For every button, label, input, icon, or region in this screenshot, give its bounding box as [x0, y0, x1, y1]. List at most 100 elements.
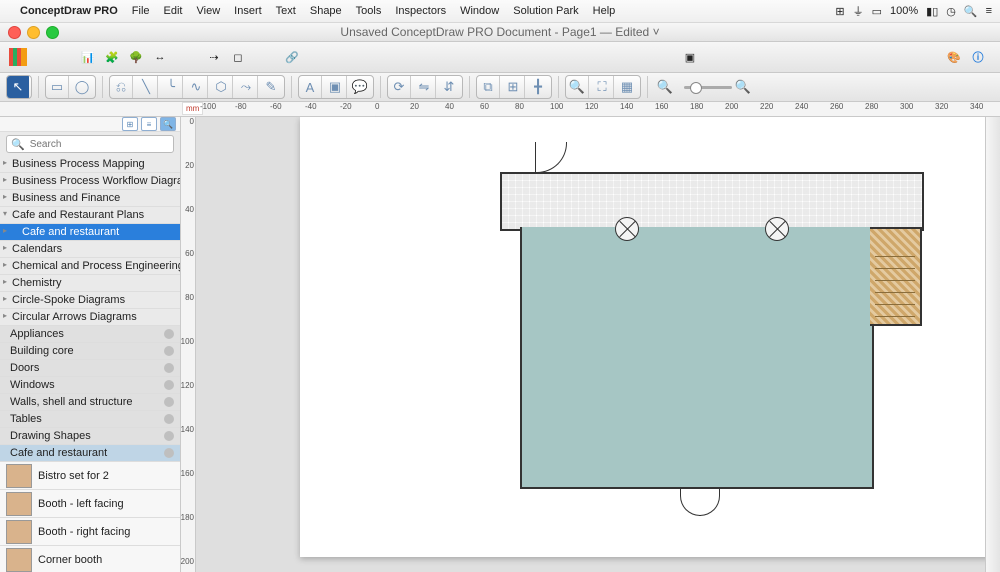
spline-tool[interactable]: ∿: [185, 76, 208, 98]
arrange-tool-icon[interactable]: ↔: [150, 47, 170, 67]
search-view-icon[interactable]: 🔍: [160, 117, 176, 131]
drawing-page[interactable]: [300, 117, 1000, 557]
sublib-item[interactable]: Windows: [0, 377, 180, 394]
category-item[interactable]: Chemical and Process Engineering: [0, 258, 180, 275]
zoomin-tool[interactable]: 🔍: [566, 76, 589, 98]
zoompage-tool[interactable]: ▦: [616, 76, 638, 98]
menu-inspectors[interactable]: Inspectors: [395, 5, 446, 17]
chart-tool-icon[interactable]: 📊: [78, 47, 98, 67]
double-door-bottom[interactable]: [680, 487, 720, 517]
menu-solutionpark[interactable]: Solution Park: [513, 5, 578, 17]
ellipse-tool[interactable]: ◯: [71, 76, 93, 98]
info-icon[interactable]: ⓘ: [968, 47, 988, 67]
shape-item[interactable]: Booth - left facing: [0, 490, 180, 518]
connector-tool[interactable]: ⎌: [110, 76, 133, 98]
wifi-icon[interactable]: ⏚: [853, 3, 864, 19]
menu-shape[interactable]: Shape: [310, 5, 342, 17]
shape-item[interactable]: Booth - right facing: [0, 518, 180, 546]
zoomin-icon[interactable]: 🔍: [732, 76, 754, 98]
minimize-button[interactable]: [27, 26, 40, 39]
door-top[interactable]: [535, 142, 566, 173]
rect-tool[interactable]: ▭: [46, 76, 69, 98]
poly-tool[interactable]: ⬡: [210, 76, 233, 98]
revolving-door-2[interactable]: [765, 217, 789, 241]
close-button[interactable]: [8, 26, 21, 39]
sublib-item[interactable]: Cafe and restaurant: [0, 445, 180, 462]
menu-view[interactable]: View: [197, 5, 221, 17]
menu-file[interactable]: File: [132, 5, 150, 17]
menu-extra-icon[interactable]: ≡: [986, 5, 992, 17]
stairs-shape[interactable]: [875, 245, 915, 317]
category-item[interactable]: Calendars: [0, 241, 180, 258]
app-name[interactable]: ConceptDraw PRO: [20, 5, 118, 17]
drawing-toolbar: ↖ ▭ ◯ ⎌ ╲ ╰ ∿ ⬡ ⤳ ✎ A ▣ 💬 ⟳ ⇋ ⇵ ⧉ ⊞ ╋ 🔍 …: [0, 73, 1000, 102]
shape-tool-icon[interactable]: ◻: [228, 47, 248, 67]
zoomout-icon[interactable]: 🔍: [654, 76, 676, 98]
vertical-scrollbar[interactable]: [985, 117, 1000, 572]
zoom-button[interactable]: [46, 26, 59, 39]
flag-icon[interactable]: ▭: [872, 5, 882, 18]
crop-tool[interactable]: ⧉: [477, 76, 500, 98]
sublib-item[interactable]: Tables: [0, 411, 180, 428]
guide-tool[interactable]: ╋: [527, 76, 549, 98]
grid-view-icon[interactable]: ⊞: [122, 117, 138, 131]
library-icon[interactable]: [8, 47, 28, 67]
zoom-slider[interactable]: [684, 86, 732, 89]
sublib-item[interactable]: Walls, shell and structure: [0, 394, 180, 411]
snap-tool[interactable]: ⊞: [502, 76, 525, 98]
battery-percent: 100%: [890, 5, 918, 17]
arc-tool[interactable]: ╰: [160, 76, 183, 98]
category-item[interactable]: Chemistry: [0, 275, 180, 292]
menu-window[interactable]: Window: [460, 5, 499, 17]
menu-edit[interactable]: Edit: [164, 5, 183, 17]
shape-item[interactable]: Bistro set for 2: [0, 462, 180, 490]
zoomfit-tool[interactable]: ⛶: [591, 76, 614, 98]
shape-label: Corner booth: [38, 554, 102, 566]
pointer-tool[interactable]: ↖: [7, 76, 29, 98]
search-input[interactable]: [28, 138, 169, 151]
menu-help[interactable]: Help: [593, 5, 616, 17]
rotate-tool[interactable]: ⟳: [388, 76, 411, 98]
clock-icon[interactable]: ◷: [946, 5, 956, 18]
search-field[interactable]: 🔍: [6, 135, 174, 153]
sublib-item[interactable]: Drawing Shapes: [0, 428, 180, 445]
shape-label: Bistro set for 2: [38, 470, 109, 482]
textbox-tool[interactable]: ▣: [324, 76, 347, 98]
presentation-icon[interactable]: ▣: [680, 47, 700, 67]
menu-text[interactable]: Text: [276, 5, 296, 17]
shape-item[interactable]: Corner booth: [0, 546, 180, 572]
category-item[interactable]: Business Process Mapping: [0, 156, 180, 173]
switcher-icon[interactable]: ⊞: [835, 5, 844, 18]
hyperlink-tool-icon[interactable]: 🔗: [282, 47, 302, 67]
hallway-shape[interactable]: [500, 172, 924, 231]
tree-tool-icon[interactable]: 🌳: [126, 47, 146, 67]
menu-insert[interactable]: Insert: [234, 5, 262, 17]
battery-icon[interactable]: ▮▯: [926, 5, 938, 18]
org-tool-icon[interactable]: 🧩: [102, 47, 122, 67]
fliph-tool[interactable]: ⇋: [413, 76, 436, 98]
shape-label: Booth - left facing: [38, 498, 124, 510]
sublib-item[interactable]: Doors: [0, 360, 180, 377]
canvas-area[interactable]: 020406080100120140160180200 ⏮ ◀ ▶ Custom…: [181, 117, 1000, 572]
menu-tools[interactable]: Tools: [356, 5, 382, 17]
category-child[interactable]: Cafe and restaurant: [0, 224, 180, 241]
category-item[interactable]: Circular Arrows Diagrams: [0, 309, 180, 326]
revolving-door-1[interactable]: [615, 217, 639, 241]
spotlight-icon[interactable]: 🔍: [964, 5, 978, 18]
colorwheel-icon[interactable]: 🎨: [944, 47, 964, 67]
sublib-item[interactable]: Building core: [0, 343, 180, 360]
category-item[interactable]: Business and Finance: [0, 190, 180, 207]
freehand-tool[interactable]: ✎: [260, 76, 282, 98]
callout-tool[interactable]: 💬: [349, 76, 371, 98]
text-tool[interactable]: A: [299, 76, 322, 98]
sublib-item[interactable]: Appliances: [0, 326, 180, 343]
list-view-icon[interactable]: ≡: [141, 117, 157, 131]
main-room-shape[interactable]: [520, 227, 874, 489]
line-tool[interactable]: ╲: [135, 76, 158, 98]
flipv-tool[interactable]: ⇵: [438, 76, 460, 98]
category-item[interactable]: Business Process Workflow Diagrams: [0, 173, 180, 190]
category-item[interactable]: Circle-Spoke Diagrams: [0, 292, 180, 309]
bez-tool[interactable]: ⤳: [235, 76, 258, 98]
connect-tool-icon[interactable]: ⇢: [204, 47, 224, 67]
category-item[interactable]: Cafe and Restaurant Plans: [0, 207, 180, 224]
